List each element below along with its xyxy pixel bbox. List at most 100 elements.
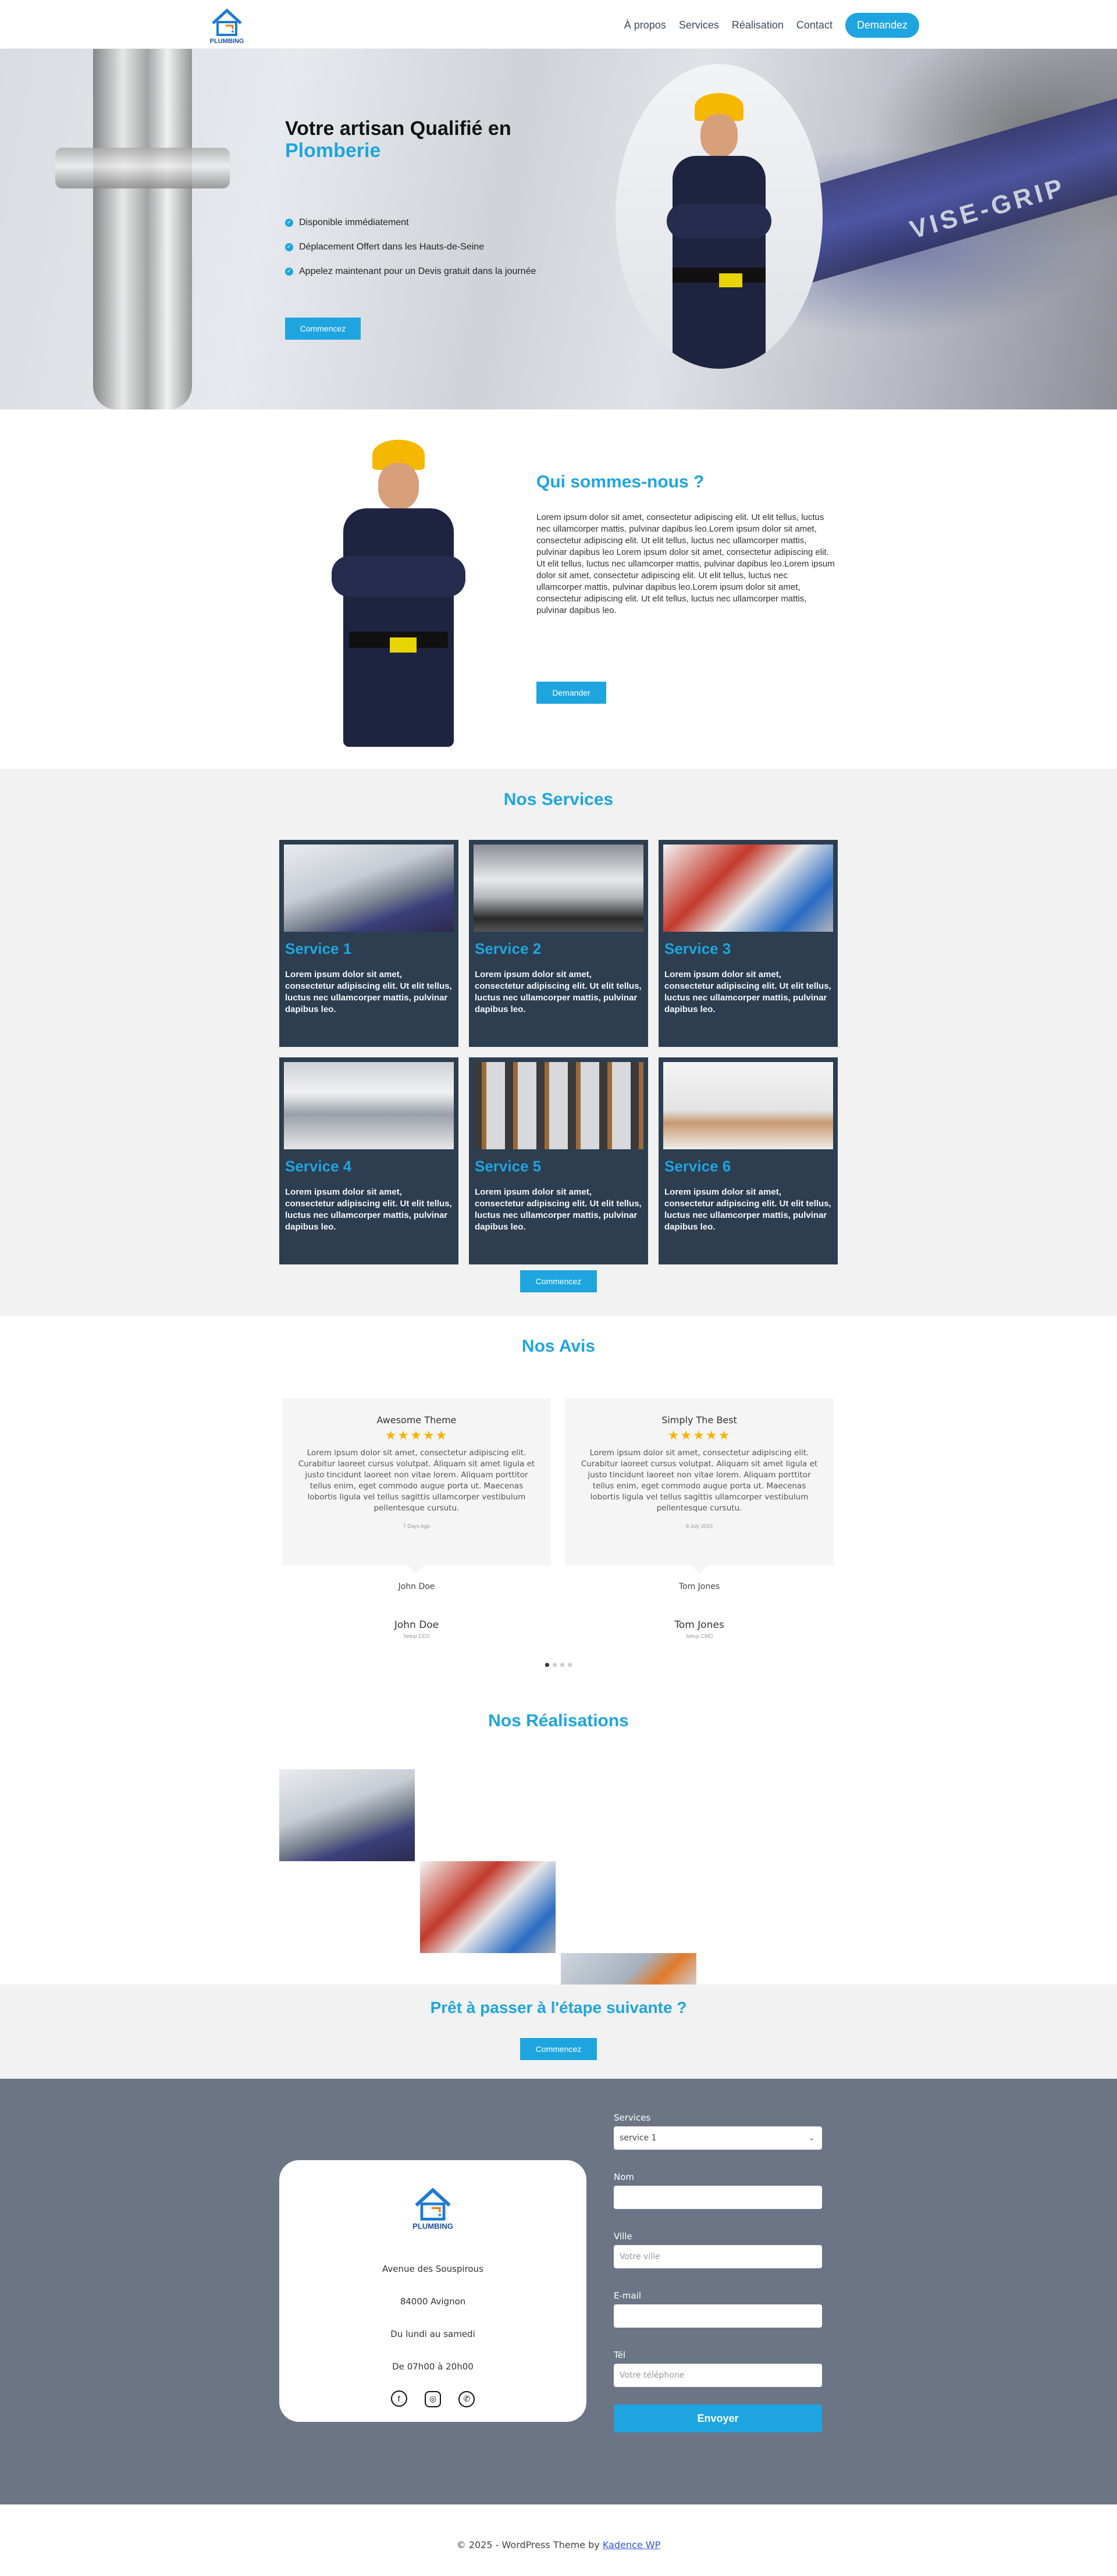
service-title: Service 6 <box>664 1157 731 1175</box>
footer-copyright: © 2025 - WordPress Theme by <box>456 2539 603 2550</box>
whatsapp-icon[interactable]: ✆ <box>458 2390 475 2407</box>
hero-section: VISE-GRIP Votre artisan Qualifié en Plom… <box>0 49 1117 409</box>
gallery-title: Nos Réalisations <box>488 1711 629 1730</box>
service-title: Service 5 <box>475 1157 542 1175</box>
check-icon: ✓ <box>285 243 293 251</box>
ville-field[interactable]: Votre ville <box>614 2245 822 2268</box>
review-title: Awesome Theme <box>376 1415 457 1426</box>
review-title: Simply The Best <box>661 1415 737 1426</box>
gallery-image[interactable] <box>420 1861 556 1953</box>
review-author: John Doe <box>394 1619 439 1631</box>
nav-item-apropos[interactable]: À propos <box>624 19 666 31</box>
email-field[interactable] <box>614 2304 822 2328</box>
service-card[interactable]: Service 4 Lorem ipsum dolor sit amet, co… <box>279 1057 458 1264</box>
services-title: Nos Services <box>503 790 614 809</box>
review-text: Lorem ipsum dolor sit amet, consectetur … <box>581 1448 818 1513</box>
service-card[interactable]: Service 5 Lorem ipsum dolor sit amet, co… <box>469 1057 648 1264</box>
contact-address: Avenue des Souspirous <box>382 2264 483 2274</box>
footer-kadence-link[interactable]: Kadence WP <box>603 2539 660 2550</box>
nom-label: Nom <box>614 2172 635 2182</box>
social-links: f ◎ ✆ <box>279 2390 586 2407</box>
review-card: Simply The Best ★★★★★ Lorem ipsum dolor … <box>565 1398 834 1566</box>
contact-hours: De 07h00 à 20h00 <box>392 2361 474 2372</box>
service-card[interactable]: Service 3 Lorem ipsum dolor sit amet, co… <box>659 840 838 1047</box>
review-date: 8 July 2019 <box>685 1523 713 1529</box>
hero-check-text: Déplacement Offert dans les Hauts-de-Sei… <box>299 242 485 252</box>
review-stars: ★★★★★ <box>385 1428 449 1442</box>
review-author: Tom Jones <box>674 1619 724 1631</box>
about-title: Qui sommes-nous ? <box>536 472 705 491</box>
gallery-image[interactable] <box>279 1769 415 1861</box>
hero-check-item: ✓ Déplacement Offert dans les Hauts-de-Se… <box>285 235 536 259</box>
service-image <box>284 1062 454 1149</box>
services-select[interactable]: service 1 ⌄ <box>614 2126 822 2150</box>
service-image <box>474 845 643 932</box>
service-card[interactable]: Service 1 Lorem ipsum dolor sit amet, co… <box>279 840 458 1047</box>
services-commencez-button[interactable]: Commencez <box>520 1270 597 1292</box>
hero-commencez-button[interactable]: Commencez <box>285 318 361 340</box>
hero-check-text: Appelez maintenant pour un Devis gratuit… <box>299 266 536 276</box>
service-title: Service 1 <box>285 940 352 957</box>
review-pointer <box>691 1566 707 1574</box>
nav-item-services[interactable]: Services <box>679 19 719 31</box>
hero-check-item: ✓ Disponible immédiatement <box>285 211 536 235</box>
hero-pipe-image <box>93 49 192 409</box>
facebook-icon[interactable]: f <box>390 2390 407 2407</box>
carousel-dot[interactable] <box>568 1663 572 1667</box>
service-image <box>284 845 454 932</box>
site-footer: © 2025 - WordPress Theme by Kadence WP <box>0 2504 1117 2576</box>
plumber-figure <box>649 93 789 369</box>
tel-field[interactable]: Votre téléphone <box>614 2364 822 2387</box>
hero-plumber-portrait <box>616 64 823 369</box>
hero-check-item: ✓ Appelez maintenant pour un Devis gratui… <box>285 259 536 284</box>
check-icon: ✓ <box>285 268 293 276</box>
about-plumber-image <box>326 440 471 747</box>
review-stars: ★★★★★ <box>667 1428 731 1442</box>
about-text: Lorem ipsum dolor sit amet, consectetur … <box>536 512 835 615</box>
avatar: John Doe <box>398 1582 435 1591</box>
carousel-dot[interactable] <box>560 1663 564 1667</box>
plumber-figure <box>326 440 471 747</box>
avatar: Tom Jones <box>678 1582 720 1591</box>
nav-item-contact[interactable]: Contact <box>796 19 833 31</box>
service-image <box>474 1062 643 1149</box>
service-card[interactable]: Service 6 Lorem ipsum dolor sit amet, co… <box>659 1057 838 1264</box>
site-logo[interactable]: PLUMBING <box>202 0 251 49</box>
hero-pipe-nut-image <box>55 148 230 188</box>
hero-check-text: Disponible immédiatement <box>299 218 409 227</box>
contact-logo-text: PLUMBING <box>412 2222 453 2231</box>
contact-days: Du lundi au samedi <box>390 2329 475 2339</box>
instagram-icon[interactable]: ◎ <box>425 2390 441 2407</box>
carousel-dot[interactable] <box>545 1663 549 1667</box>
service-text: Lorem ipsum dolor sit amet, consectetur … <box>664 1187 831 1232</box>
main-nav: À propos Services Réalisation Contact De… <box>624 12 919 38</box>
carousel-dot[interactable] <box>553 1663 557 1667</box>
service-title: Service 4 <box>285 1157 352 1175</box>
hero-title: Votre artisan Qualifié en Plomberie <box>285 117 511 162</box>
nav-item-realisation[interactable]: Réalisation <box>732 19 784 31</box>
service-image <box>663 845 833 932</box>
contact-logo: PLUMBING <box>404 2178 462 2236</box>
service-card[interactable]: Service 2 Lorem ipsum dolor sit amet, co… <box>469 840 648 1047</box>
ville-label: Ville <box>614 2231 632 2242</box>
service-text: Lorem ipsum dolor sit amet, consectetur … <box>475 970 642 1014</box>
email-label: E-mail <box>614 2290 642 2301</box>
hero-title-line1: Votre artisan Qualifié en <box>285 117 511 140</box>
envoyer-button[interactable]: Envoyer <box>614 2404 822 2432</box>
service-text: Lorem ipsum dolor sit amet, consectetur … <box>285 970 452 1014</box>
cta-title: Prêt à passer à l'étape suivante ? <box>430 1998 687 2016</box>
site-header: PLUMBING À propos Services Réalisation C… <box>0 0 1117 49</box>
review-text: Lorem ipsum dolor sit amet, consectetur … <box>298 1448 535 1513</box>
cta-commencez-button[interactable]: Commencez <box>520 2038 597 2060</box>
review-date: 7 Days Ago <box>403 1523 431 1529</box>
nom-field[interactable] <box>614 2186 822 2209</box>
contact-info-card: PLUMBING Avenue des Souspirous 84000 Avi… <box>279 2160 586 2422</box>
service-image <box>663 1062 833 1149</box>
review-role: Setup CEO <box>403 1633 430 1639</box>
about-demander-button[interactable]: Demander <box>536 682 606 704</box>
reviews-title: Nos Avis <box>521 1337 596 1356</box>
review-card: Awesome Theme ★★★★★ Lorem ipsum dolor si… <box>282 1398 551 1566</box>
header-demandez-button[interactable]: Demandez <box>845 12 919 38</box>
check-icon: ✓ <box>285 219 293 227</box>
service-text: Lorem ipsum dolor sit amet, consectetur … <box>664 970 831 1014</box>
